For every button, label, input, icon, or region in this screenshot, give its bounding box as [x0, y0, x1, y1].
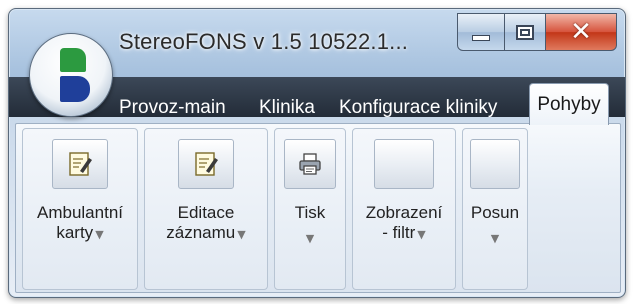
app-logo-icon-green: [60, 48, 86, 72]
maximize-icon: [516, 24, 534, 40]
edit-document-icon: [195, 152, 218, 176]
close-button[interactable]: ✕: [545, 13, 617, 51]
tab-klinika[interactable]: Klinika: [259, 93, 315, 123]
tab-konfigurace-kliniky[interactable]: Konfigurace kliniky: [339, 93, 497, 123]
editace-zaznamu-icon-frame: [178, 139, 234, 189]
tab-provoz-main[interactable]: Provoz-main: [119, 93, 226, 123]
minimize-button[interactable]: [457, 13, 505, 51]
tisk-label: Tisk ▼: [295, 203, 326, 249]
caption-buttons: ✕: [457, 13, 617, 51]
minimize-icon: [472, 35, 490, 41]
blank-icon: [374, 139, 434, 189]
close-icon: ✕: [570, 17, 592, 47]
chevron-down-icon: ▼: [95, 228, 104, 241]
window-title: StereoFONS v 1.5 10522.1...: [119, 29, 409, 54]
blank-icon: [470, 139, 520, 189]
ribbon-group-ambulantni-karty: Ambulantní karty ▼: [22, 128, 138, 290]
zobrazeni-filtr-button[interactable]: Zobrazení - filtr ▼: [353, 129, 455, 289]
printer-icon: [299, 153, 321, 175]
tab-pohyby[interactable]: Pohyby: [529, 83, 609, 125]
app-menu-button[interactable]: [29, 33, 113, 117]
ribbon-panel: Ambulantní karty ▼ Editace záznamu ▼ Tis…: [15, 123, 621, 293]
ribbon-group-editace-zaznamu: Editace záznamu ▼: [144, 128, 268, 290]
ambulantni-karty-icon-frame: [52, 139, 108, 189]
maximize-button[interactable]: [505, 13, 545, 51]
edit-document-icon: [69, 152, 92, 176]
chevron-down-icon: ▼: [237, 228, 246, 241]
tisk-button[interactable]: Tisk ▼: [275, 129, 345, 289]
ambulantni-karty-button[interactable]: Ambulantní karty ▼: [23, 129, 137, 289]
posun-button[interactable]: Posun ▼: [463, 129, 527, 289]
chevron-down-icon: ▼: [417, 228, 426, 241]
zobrazeni-filtr-label: Zobrazení - filtr ▼: [365, 203, 443, 242]
editace-zaznamu-label: Editace záznamu ▼: [166, 203, 246, 242]
ribbon-group-tisk: Tisk ▼: [274, 128, 346, 290]
ambulantni-karty-label: Ambulantní karty ▼: [37, 203, 123, 242]
ribbon-group-posun: Posun ▼: [462, 128, 528, 290]
posun-label: Posun ▼: [471, 203, 519, 249]
app-logo-icon-blue: [60, 76, 90, 102]
ribbon-group-zobrazeni-filtr: Zobrazení - filtr ▼: [352, 128, 456, 290]
application-window: StereoFONS v 1.5 10522.1... ✕ Provoz-mai…: [8, 8, 626, 298]
chevron-down-icon: ▼: [490, 232, 500, 245]
editace-zaznamu-button[interactable]: Editace záznamu ▼: [145, 129, 267, 289]
chevron-down-icon: ▼: [305, 232, 315, 245]
tisk-icon-frame: [284, 139, 336, 189]
